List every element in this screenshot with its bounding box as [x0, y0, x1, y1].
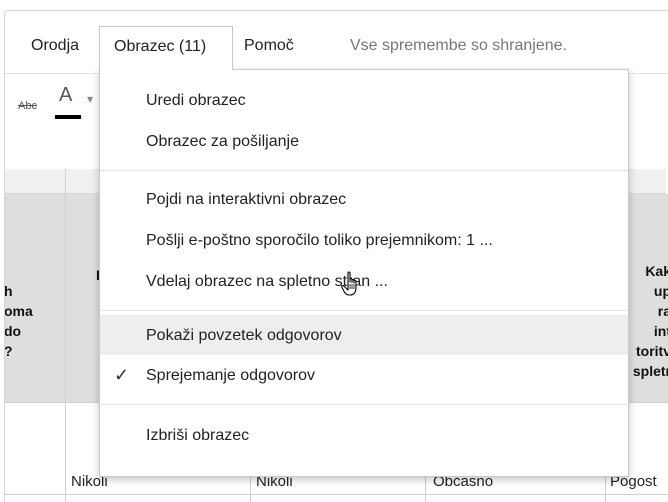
menu-separator: [100, 170, 628, 171]
header-line: oma: [4, 303, 33, 319]
font-color-label: A: [59, 84, 73, 106]
menu-item-label: Obrazec za pošiljanje: [146, 133, 299, 150]
checkmark-icon: ✓: [114, 365, 130, 385]
menubar: Orodja Obrazec (11) Pomoč Vse spremembe …: [5, 11, 668, 73]
menu-item-send-form[interactable]: Obrazec za pošiljanje: [100, 125, 628, 159]
font-color-button[interactable]: A: [59, 84, 72, 107]
row-divider: [5, 494, 668, 495]
header-line: ?: [4, 343, 13, 359]
font-color-swatch: [55, 115, 81, 119]
menu-item-label: Pojdi na interaktivni obrazec: [146, 191, 347, 208]
strikethrough-label: Abc: [18, 100, 37, 112]
menu-form[interactable]: Obrazec (11): [99, 26, 233, 70]
menu-item-go-to-live-form[interactable]: Pojdi na interaktivni obrazec: [100, 183, 628, 217]
menu-item-delete-form[interactable]: Izbriši obrazec: [100, 419, 628, 453]
hand-cursor-icon: [341, 271, 357, 296]
chevron-down-icon[interactable]: ▾: [87, 92, 93, 106]
header-cell-left: h oma do ?: [4, 281, 33, 361]
menu-item-label: Sprejemanje odgovorov: [146, 367, 315, 384]
menu-item-label: Uredi obrazec: [146, 92, 246, 109]
menu-item-label: Pokaži povzetek odgovorov: [146, 327, 342, 344]
strikethrough-button[interactable]: Abc: [18, 100, 37, 112]
menu-item-embed-form[interactable]: Vdelaj obrazec na spletno stran ...: [100, 265, 628, 299]
menu-item-label: Pošlji e-poštno sporočilo toliko prejemn…: [146, 232, 493, 249]
menu-item-label: Izbriši obrazec: [146, 427, 250, 444]
spreadsheet-window: Orodja Obrazec (11) Pomoč Vse spremembe …: [4, 10, 668, 502]
menu-separator: [100, 404, 628, 405]
column-header[interactable]: [5, 169, 65, 194]
menu-tools[interactable]: Orodja: [31, 37, 79, 55]
menu-item-show-summary[interactable]: Pokaži povzetek odgovorov: [100, 315, 628, 355]
save-status: Vse spremembe so shranjene.: [350, 37, 567, 54]
column-divider: [65, 169, 66, 502]
menu-separator: [100, 310, 628, 311]
menu-help[interactable]: Pomoč: [244, 37, 294, 55]
menu-item-email-form[interactable]: Pošlji e-poštno sporočilo toliko prejemn…: [100, 224, 628, 258]
form-menu-dropdown: Uredi obrazec Obrazec za pošiljanje Pojd…: [99, 69, 629, 477]
menu-form-label: Obrazec (11): [114, 38, 207, 55]
menu-item-accepting-responses[interactable]: ✓ Sprejemanje odgovorov: [100, 359, 628, 393]
menu-item-edit-form[interactable]: Uredi obrazec: [100, 84, 628, 118]
header-line: do: [4, 323, 22, 339]
header-line: h: [4, 283, 13, 299]
